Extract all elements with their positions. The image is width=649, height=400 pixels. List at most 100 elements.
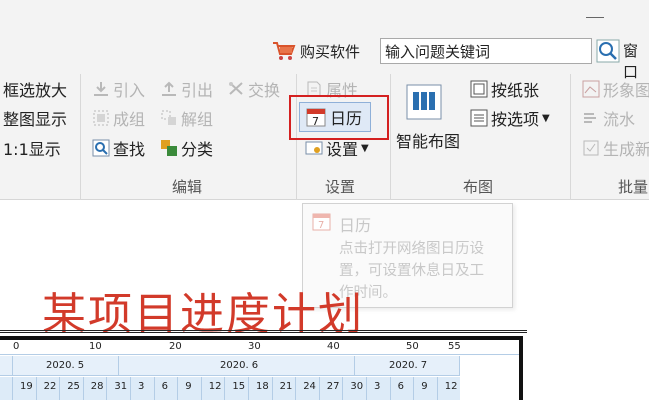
grid-line xyxy=(106,377,108,400)
ruler-tick-label: 40 xyxy=(327,341,340,352)
import-button[interactable]: 引入 xyxy=(92,77,145,101)
zoom-box-button[interactable]: 框选放大 xyxy=(3,77,67,101)
classify-icon xyxy=(160,139,178,157)
smart-layout-button[interactable]: 智能布图 xyxy=(396,128,460,152)
actual-size-button[interactable]: 1:1显示 xyxy=(3,136,61,160)
day-label: 12 xyxy=(444,381,458,392)
window-menu[interactable]: 窗口 xyxy=(623,40,649,82)
by-options-label: 按选项 xyxy=(491,110,540,129)
settings-label: 设置 xyxy=(326,140,359,159)
day-label: 19 xyxy=(20,381,33,392)
swap-icon xyxy=(227,80,245,98)
fit-view-button[interactable]: 整图显示 xyxy=(3,106,67,130)
dropdown-arrow-icon: ▼ xyxy=(542,112,550,124)
day-label: 6 xyxy=(397,381,404,392)
month-divider xyxy=(12,356,13,376)
month-divider xyxy=(459,356,460,376)
dropdown-arrow-icon: ▼ xyxy=(361,142,369,154)
grid-line xyxy=(342,377,344,400)
minimize-icon[interactable] xyxy=(586,17,604,18)
tooltip-line: 点击打开网络图日历设 xyxy=(339,241,484,257)
grid-line xyxy=(366,377,367,400)
grid-line xyxy=(82,377,84,400)
image-chart-button[interactable]: 形象图 xyxy=(582,77,649,101)
image-chart-label: 形象图 xyxy=(603,81,649,100)
smart-layout-icon[interactable] xyxy=(404,82,444,122)
grid-line xyxy=(318,377,320,400)
grid-line xyxy=(413,377,415,400)
options-icon xyxy=(470,109,488,127)
settings-icon xyxy=(305,139,323,157)
image-chart-icon xyxy=(582,80,600,98)
zoom-box-label: 框选放大 xyxy=(3,81,68,100)
ruler-tick-label: 50 xyxy=(406,341,419,352)
day-label: 9 xyxy=(185,381,192,392)
month-divider xyxy=(118,356,119,376)
grid-line xyxy=(12,377,13,400)
buy-software-button[interactable]: 购买软件 xyxy=(272,37,360,65)
export-label: 引出 xyxy=(181,81,214,100)
day-label: 30 xyxy=(350,381,364,392)
day-label: 21 xyxy=(279,381,293,392)
search-input[interactable]: 输入问题关键词 xyxy=(380,38,592,64)
tooltip-line: 作时间。 xyxy=(339,285,397,301)
find-label: 查找 xyxy=(113,140,146,159)
grid-line xyxy=(295,377,297,400)
find-icon xyxy=(92,139,110,157)
ruler-tick-label: 55 xyxy=(448,341,461,352)
grid-line xyxy=(130,377,131,400)
grid-line xyxy=(59,377,61,400)
group-button[interactable]: 成组 xyxy=(92,106,145,130)
day-label: 27 xyxy=(326,381,340,392)
export-icon xyxy=(160,80,178,98)
day-label: 3 xyxy=(374,381,381,392)
batch-group-label: 批量 xyxy=(618,178,649,196)
buy-software-label: 购买软件 xyxy=(300,42,361,61)
calendar-icon: 7 xyxy=(312,212,332,236)
swap-button[interactable]: 交换 xyxy=(227,77,280,101)
group-icon xyxy=(92,109,110,127)
calendar-highlight-box xyxy=(289,95,389,140)
day-label: 28 xyxy=(90,381,104,392)
flow-button[interactable]: 流水 xyxy=(582,106,635,130)
classify-button[interactable]: 分类 xyxy=(160,136,213,160)
month-label: 2020. 7 xyxy=(389,360,428,371)
import-label: 引入 xyxy=(113,81,146,100)
day-label: 31 xyxy=(114,381,128,392)
group-label: 成组 xyxy=(113,110,146,129)
paper-icon xyxy=(470,80,488,98)
month-label: 2020. 6 xyxy=(220,360,259,371)
day-label: 18 xyxy=(256,381,269,392)
grid-line xyxy=(35,377,37,400)
by-options-button[interactable]: 按选项 ▼ xyxy=(470,106,550,130)
day-label: 3 xyxy=(138,381,145,392)
import-icon xyxy=(92,80,110,98)
find-button[interactable]: 查找 xyxy=(92,136,145,160)
day-label: 12 xyxy=(208,381,222,392)
day-label: 22 xyxy=(43,381,57,392)
ungroup-button[interactable]: 解组 xyxy=(160,106,213,130)
classify-label: 分类 xyxy=(181,140,214,159)
ruler-tick-label: 20 xyxy=(169,341,182,352)
cart-icon xyxy=(272,40,296,62)
by-paper-button[interactable]: 按纸张 xyxy=(470,77,539,101)
ungroup-icon xyxy=(160,109,178,127)
search-icon[interactable] xyxy=(596,39,620,63)
swap-label: 交换 xyxy=(248,81,281,100)
generate-new-label: 生成新 xyxy=(603,140,649,159)
generate-new-button[interactable]: 生成新 xyxy=(582,136,649,160)
actual-size-label: 1:1显示 xyxy=(3,140,61,159)
export-button[interactable]: 引出 xyxy=(160,77,213,101)
by-paper-label: 按纸张 xyxy=(491,81,540,100)
divider xyxy=(570,74,571,200)
grid-line xyxy=(153,377,155,400)
divider xyxy=(390,74,391,200)
day-label: 25 xyxy=(67,381,80,392)
ungroup-label: 解组 xyxy=(181,110,214,129)
edit-group-label: 编辑 xyxy=(172,178,203,196)
grid-line xyxy=(200,377,202,400)
grid-line xyxy=(177,377,179,400)
grid-line xyxy=(436,377,438,400)
month-label: 2020. 5 xyxy=(46,360,85,371)
settings-button[interactable]: 设置 ▼ xyxy=(305,136,369,160)
